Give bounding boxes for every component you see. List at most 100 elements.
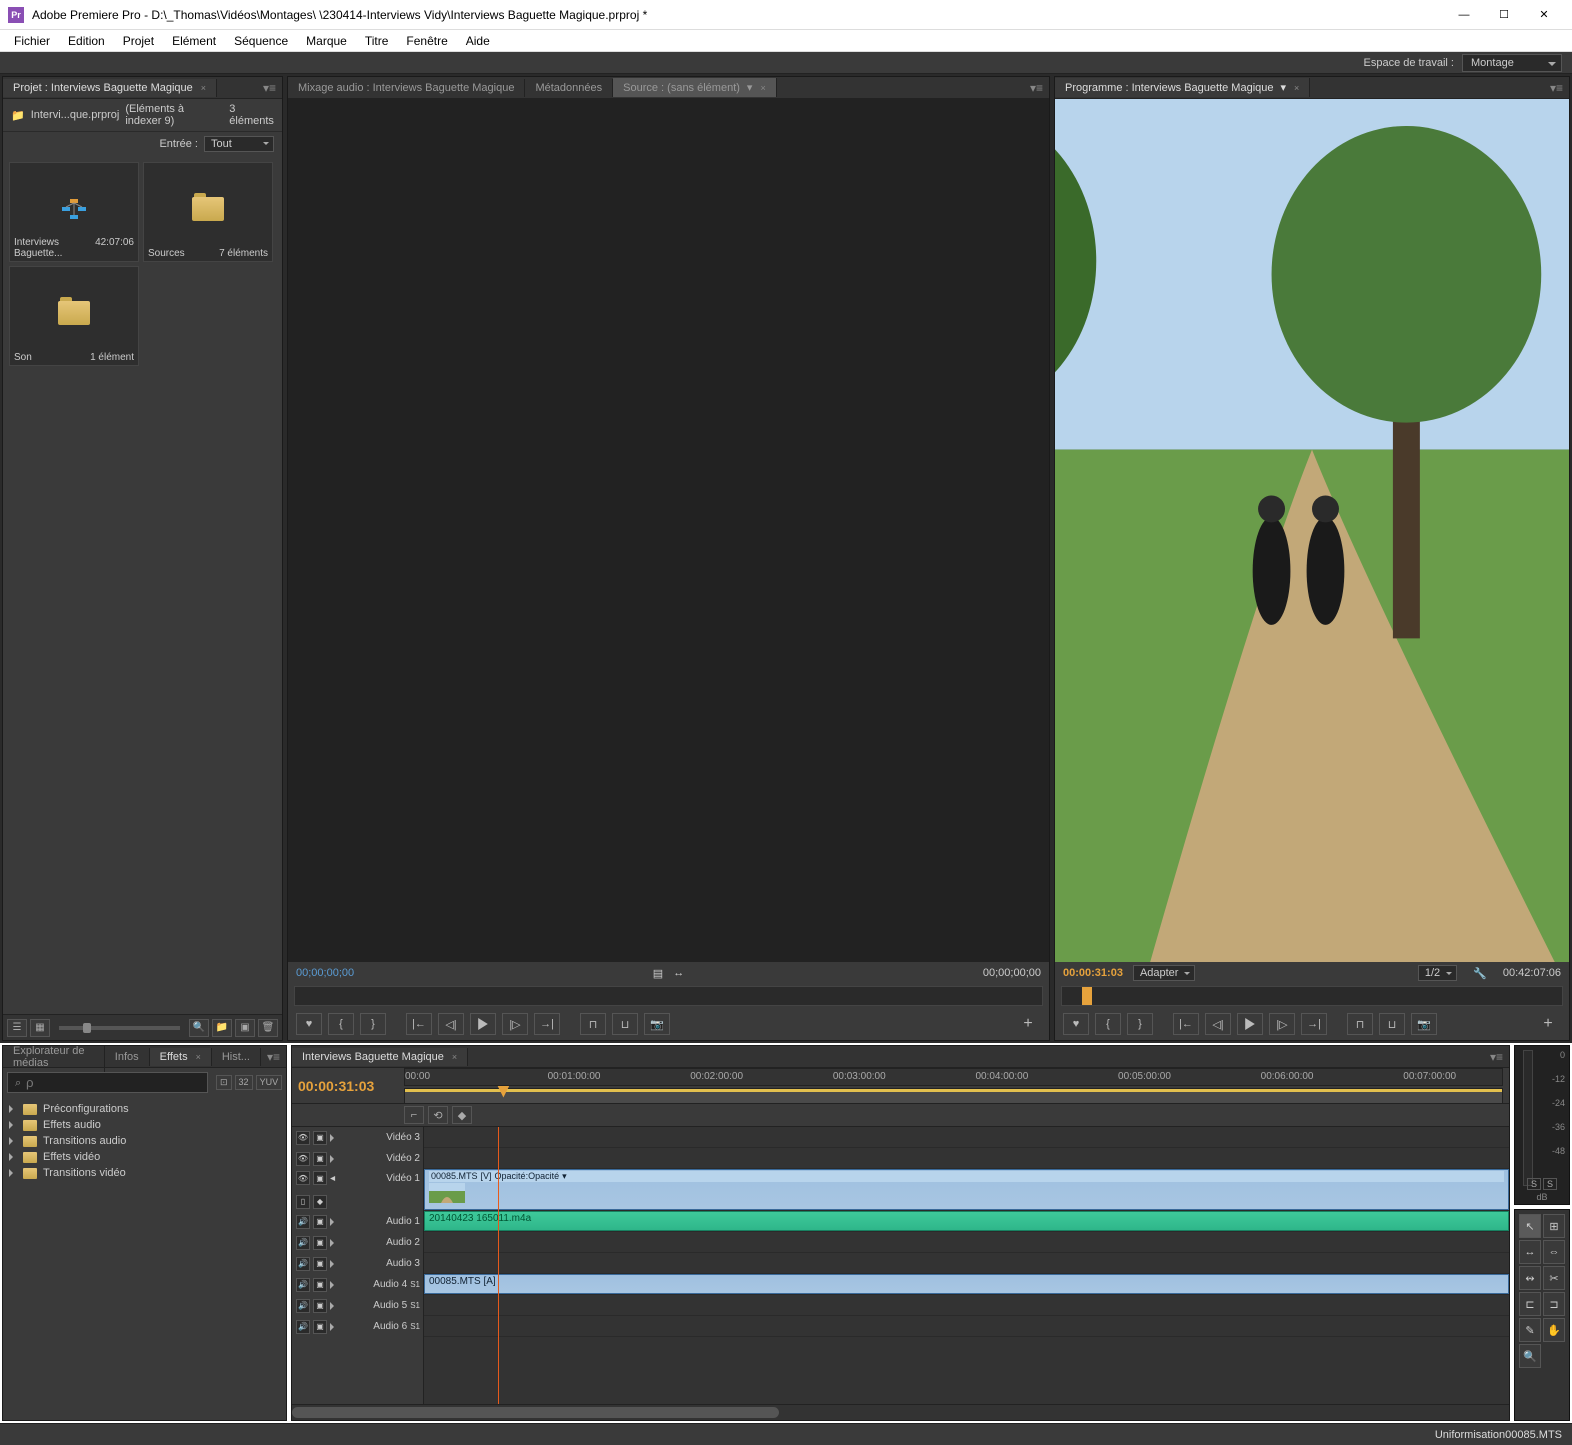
menu-projet[interactable]: Projet: [115, 32, 162, 50]
lift-button[interactable]: ⊓: [1347, 1013, 1373, 1035]
play-button[interactable]: [1237, 1013, 1263, 1035]
effects-search-input[interactable]: [7, 1072, 208, 1093]
menu-marque[interactable]: Marque: [298, 32, 355, 50]
tab-infos[interactable]: Infos: [105, 1048, 150, 1066]
export-frame-button[interactable]: 📷: [1411, 1013, 1437, 1035]
mute-icon[interactable]: 🔊: [296, 1278, 310, 1292]
solo-button[interactable]: S: [1527, 1178, 1541, 1190]
lock-icon[interactable]: ▣: [313, 1278, 327, 1292]
close-icon[interactable]: ×: [196, 1052, 201, 1062]
workspace-dropdown[interactable]: Montage: [1462, 54, 1562, 72]
fx-badge-accel[interactable]: ⊡: [216, 1075, 232, 1090]
menu-element[interactable]: Elément: [164, 32, 224, 50]
timeline-content[interactable]: 00085.MTS[V]Opacité:Opacité▾ 20140423 16…: [424, 1127, 1509, 1404]
mute-icon[interactable]: 🔊: [296, 1320, 310, 1334]
timeline-horizontal-scroll[interactable]: [292, 1404, 1509, 1420]
mark-in-button[interactable]: {: [328, 1013, 354, 1035]
track-header-a5[interactable]: 🔊▣Audio 5S1: [292, 1295, 424, 1316]
close-icon[interactable]: ×: [760, 83, 765, 93]
lock-icon[interactable]: ▣: [313, 1257, 327, 1271]
clip-video-1[interactable]: 00085.MTS[V]Opacité:Opacité▾: [424, 1169, 1509, 1210]
eye-icon[interactable]: 👁: [296, 1131, 310, 1145]
slide-tool[interactable]: ⊐: [1543, 1292, 1565, 1316]
settings-icon[interactable]: 🔧: [1473, 967, 1487, 980]
pen-tool[interactable]: ✎: [1519, 1318, 1541, 1342]
close-button[interactable]: ✕: [1524, 0, 1564, 30]
track-header-v2[interactable]: 👁▣Vidéo 2: [292, 1148, 424, 1169]
close-icon[interactable]: ×: [452, 1052, 457, 1062]
ripple-tool[interactable]: ↔: [1519, 1240, 1541, 1264]
add-button[interactable]: +: [1015, 1013, 1041, 1035]
lock-icon[interactable]: ▣: [313, 1320, 327, 1334]
goto-out-button[interactable]: →|: [534, 1013, 560, 1035]
maximize-button[interactable]: ☐: [1484, 0, 1524, 30]
keyframe-icon[interactable]: ◆: [313, 1195, 327, 1209]
marker-button[interactable]: ◆: [452, 1106, 472, 1124]
source-scrubber[interactable]: [294, 986, 1043, 1006]
step-forward-button[interactable]: |▷: [502, 1013, 528, 1035]
program-pos-timecode[interactable]: 00:00:31:03: [1063, 967, 1123, 979]
track-header-v3[interactable]: 👁▣Vidéo 3: [292, 1127, 424, 1148]
eye-icon[interactable]: 👁: [296, 1152, 310, 1166]
track-header-a6[interactable]: 🔊▣Audio 6S1: [292, 1316, 424, 1337]
zoom-dropdown[interactable]: 1/2: [1418, 965, 1457, 981]
minimize-button[interactable]: ―: [1444, 0, 1484, 30]
work-area-bar[interactable]: [404, 1088, 1503, 1104]
panel-menu-icon[interactable]: ▾≡: [1544, 81, 1569, 95]
zoom-tool[interactable]: 🔍: [1519, 1344, 1541, 1368]
find-button[interactable]: 🔍: [189, 1019, 209, 1037]
step-back-button[interactable]: ◁|: [1205, 1013, 1231, 1035]
eye-icon[interactable]: 👁: [296, 1171, 310, 1185]
effects-tree[interactable]: Préconfigurations Effets audio Transitio…: [3, 1097, 286, 1185]
mute-icon[interactable]: 🔊: [296, 1299, 310, 1313]
loop-icon[interactable]: ↔: [673, 967, 684, 979]
source-viewer[interactable]: [288, 99, 1049, 962]
menu-fichier[interactable]: Fichier: [6, 32, 58, 50]
mute-icon[interactable]: 🔊: [296, 1236, 310, 1250]
bin-son[interactable]: Son1 élément: [9, 266, 139, 366]
timeline-tab[interactable]: Interviews Baguette Magique×: [292, 1048, 468, 1066]
lock-icon[interactable]: ▣: [313, 1152, 327, 1166]
tree-item[interactable]: Effets audio: [9, 1117, 280, 1133]
marker-icon[interactable]: ▤: [653, 967, 663, 980]
menu-fenetre[interactable]: Fenêtre: [398, 32, 455, 50]
step-forward-button[interactable]: |▷: [1269, 1013, 1295, 1035]
menu-edition[interactable]: Edition: [60, 32, 113, 50]
add-button[interactable]: +: [1535, 1013, 1561, 1035]
lock-icon[interactable]: ▣: [313, 1131, 327, 1145]
tree-item[interactable]: Transitions audio: [9, 1133, 280, 1149]
tab-history[interactable]: Hist...: [212, 1048, 261, 1066]
goto-out-button[interactable]: →|: [1301, 1013, 1327, 1035]
menu-sequence[interactable]: Séquence: [226, 32, 296, 50]
slip-tool[interactable]: ⊏: [1519, 1292, 1541, 1316]
mute-icon[interactable]: 🔊: [296, 1215, 310, 1229]
panel-menu-icon[interactable]: ▾≡: [1484, 1050, 1509, 1064]
project-tab[interactable]: Projet : Interviews Baguette Magique×: [3, 79, 217, 97]
lock-icon[interactable]: ▣: [313, 1299, 327, 1313]
tab-effets[interactable]: Effets×: [150, 1048, 212, 1066]
close-icon[interactable]: ×: [1294, 83, 1299, 93]
snap-button[interactable]: ⌐: [404, 1106, 424, 1124]
track-header-a2[interactable]: 🔊▣Audio 2: [292, 1232, 424, 1253]
fx-badge-yuv[interactable]: YUV: [256, 1075, 283, 1090]
solo-button[interactable]: S: [1543, 1178, 1557, 1190]
delete-button[interactable]: 🗑: [258, 1019, 278, 1037]
clip-audio-4[interactable]: 00085.MTS [A]: [424, 1274, 1509, 1294]
source-in-timecode[interactable]: 00;00;00;00: [296, 967, 354, 979]
overwrite-button[interactable]: ⊔: [612, 1013, 638, 1035]
razor-tool[interactable]: ✂: [1543, 1266, 1565, 1290]
play-button[interactable]: [470, 1013, 496, 1035]
add-marker-button[interactable]: ♥: [296, 1013, 322, 1035]
menu-aide[interactable]: Aide: [458, 32, 498, 50]
program-scrubber[interactable]: [1061, 986, 1563, 1006]
track-header-a1[interactable]: 🔊▣Audio 1: [292, 1211, 424, 1232]
clip-audio-1[interactable]: 20140423 165011.m4a: [424, 1211, 1509, 1231]
list-view-button[interactable]: ☰: [7, 1019, 27, 1037]
tab-source[interactable]: Source : (sans élément)▾×: [613, 78, 777, 97]
panel-menu-icon[interactable]: ▾≡: [1024, 81, 1049, 95]
mute-icon[interactable]: 🔊: [296, 1257, 310, 1271]
mark-out-button[interactable]: }: [1127, 1013, 1153, 1035]
extract-button[interactable]: ⊔: [1379, 1013, 1405, 1035]
tree-item[interactable]: Effets vidéo: [9, 1149, 280, 1165]
add-marker-button[interactable]: ♥: [1063, 1013, 1089, 1035]
